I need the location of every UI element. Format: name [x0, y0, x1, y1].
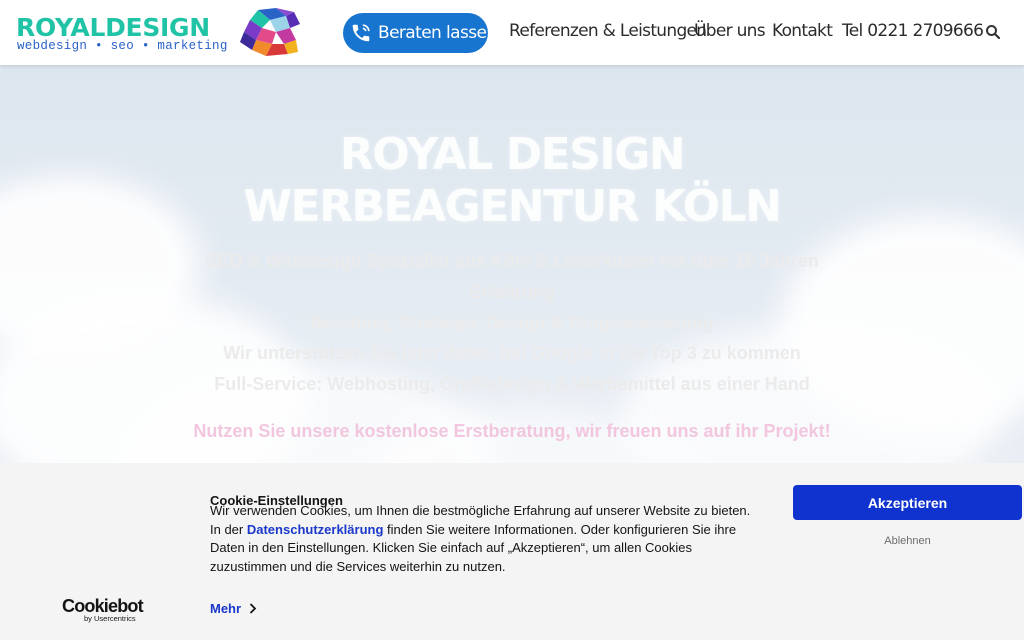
- cookiebot-wordmark: Cookiebot: [62, 596, 144, 616]
- cookie-text: Wir verwenden Cookies, um Ihnen die best…: [210, 502, 770, 576]
- site-logo[interactable]: ROYALDESIGN webdesign • seo • marketing: [14, 6, 304, 60]
- cookie-more-label: Mehr: [210, 601, 242, 616]
- cookie-text-segment: In der: [210, 521, 247, 537]
- hero-text-line: Erfahrung: [468, 282, 555, 302]
- nav-phone[interactable]: Tel 0221 2709666: [842, 21, 984, 41]
- phone-icon: [350, 21, 372, 45]
- hero-text-line: SEO & Webdesign Spezialist aus Köln & Le…: [205, 251, 819, 271]
- chevron-right-icon: [249, 603, 257, 614]
- hero-cta-text: Nutzen Sie unsere kostenlose Erstberatun…: [193, 421, 831, 441]
- consultation-button-label: Beraten lassen: [378, 23, 497, 43]
- cookie-more-link[interactable]: Mehr: [210, 601, 257, 616]
- cookie-text-line: zuzustimmen und die Services weiterhin z…: [210, 558, 506, 574]
- nav-references[interactable]: Referenzen & Leistungen: [509, 21, 707, 41]
- cookie-text-line: Daten in den Einstellungen. Klicken Sie …: [210, 540, 692, 555]
- hero-title-line2: WERBEAGENTUR KÖLN: [243, 181, 782, 232]
- accept-button[interactable]: Akzeptieren: [793, 485, 1022, 520]
- cookie-banner: Cookiebot by Usercentrics Cookie-Einstel…: [0, 463, 1024, 640]
- hero-title-line1: ROYAL DESIGN: [339, 129, 686, 180]
- cookie-text-line: Wir verwenden Cookies, um Ihnen die best…: [210, 503, 751, 518]
- hero-text-line: Full-Service: Webhosting, Grafikdesign &…: [214, 374, 810, 394]
- logo-wordmark: ROYALDESIGN: [16, 13, 210, 42]
- search-icon[interactable]: [985, 24, 1001, 40]
- hero-text-line: Wir unterstützen Sie jetzt dabei, bei Go…: [223, 343, 801, 363]
- nav-about[interactable]: Über uns: [694, 21, 766, 41]
- nav-contact[interactable]: Kontakt: [772, 21, 833, 41]
- logo-tagline: webdesign • seo • marketing: [17, 39, 228, 53]
- privacy-policy-link[interactable]: Datenschutzerklärung: [247, 522, 384, 537]
- cookiebot-subline: by Usercentrics: [84, 614, 136, 623]
- site-header: ROYALDESIGN webdesign • seo • marketing: [0, 0, 1024, 65]
- cookie-text-line: In der Datenschutzerklärung finden Sie w…: [210, 521, 770, 540]
- lion-icon: [240, 8, 300, 56]
- cookiebot-logo: Cookiebot by Usercentrics: [62, 596, 144, 623]
- hero-text-line: Beratung, Strategie, Design & Programmie…: [309, 313, 715, 333]
- cookie-text-segment: finden Sie weitere Informationen. Oder k…: [383, 521, 737, 537]
- decline-button[interactable]: Ablehnen: [793, 535, 1022, 547]
- consultation-button[interactable]: Beraten lassen: [343, 13, 497, 53]
